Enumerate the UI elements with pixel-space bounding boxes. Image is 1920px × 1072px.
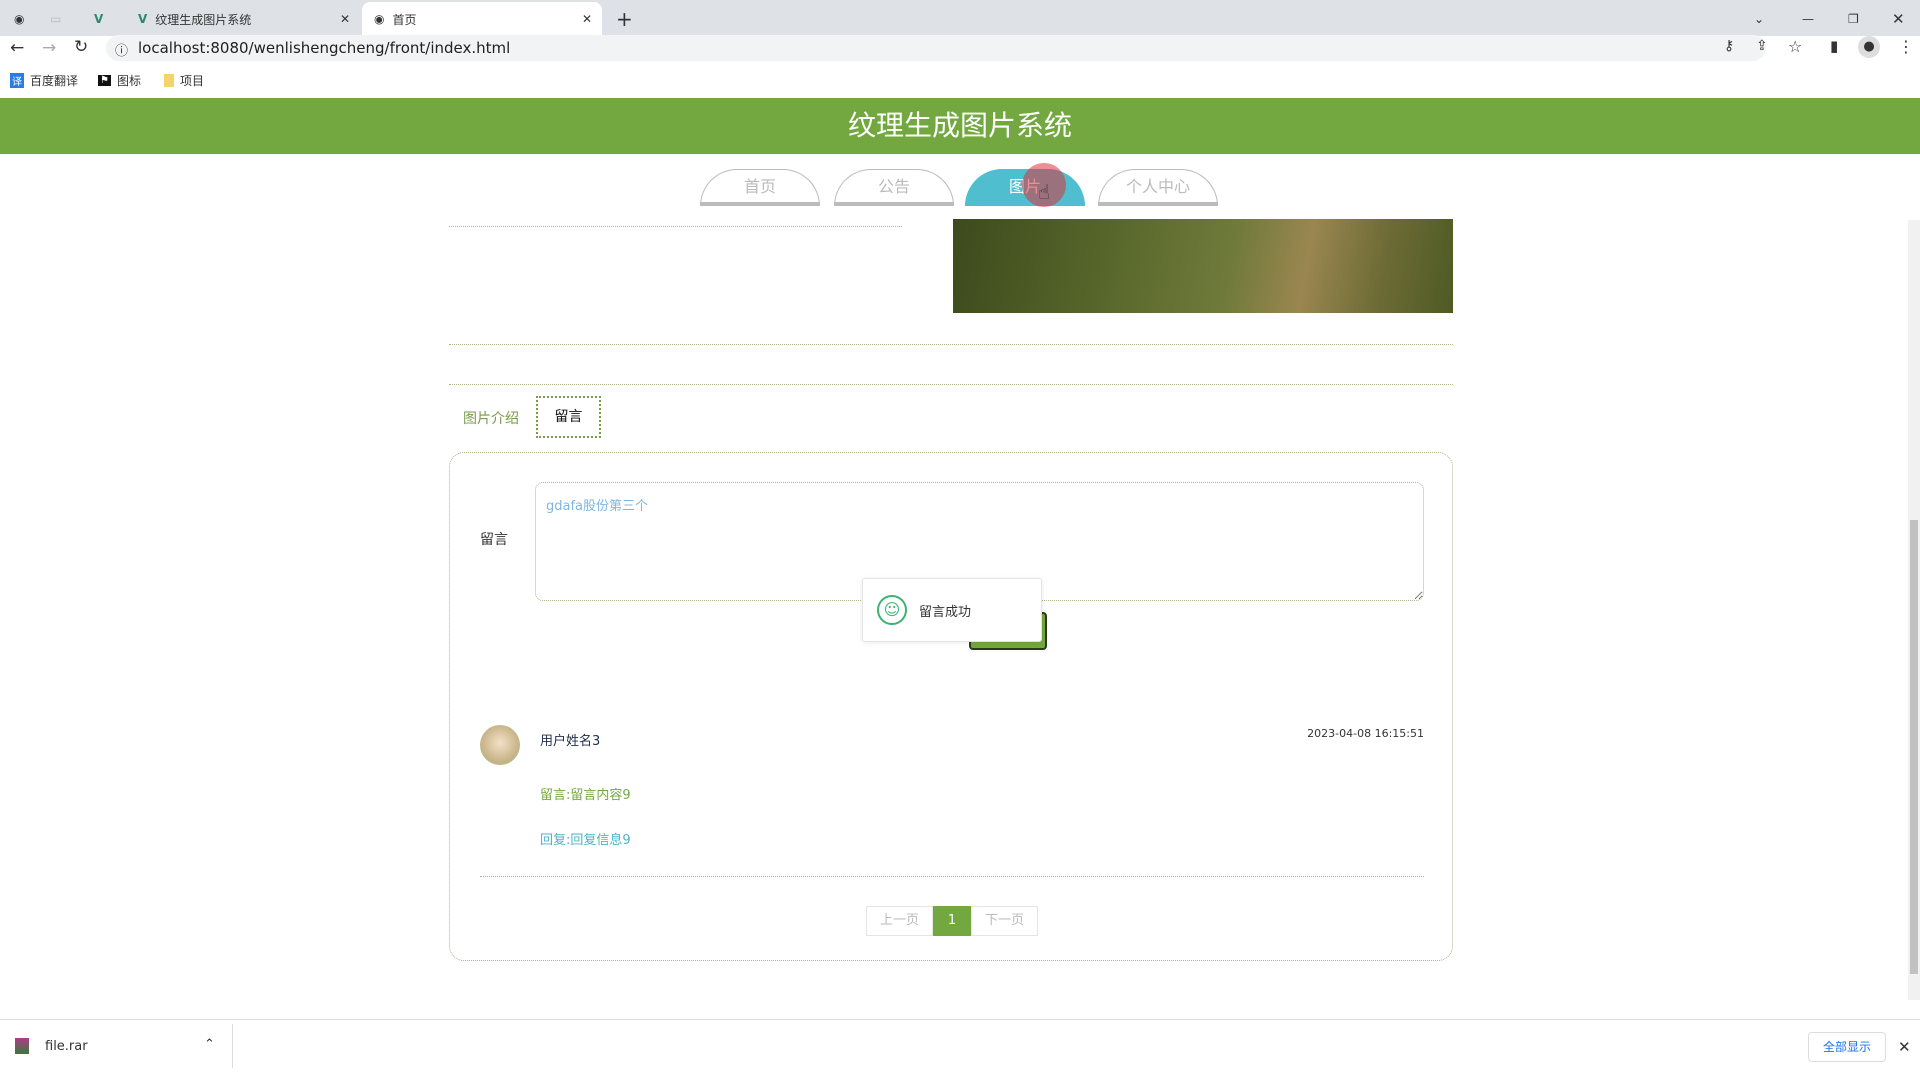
comment-content: 留言:留言内容9 xyxy=(540,788,631,803)
smile-icon: ☺ xyxy=(877,595,907,625)
comment-time: 2023-04-08 16:15:51 xyxy=(1307,727,1424,740)
bookmark-icons[interactable]: ⚑ 图标 xyxy=(98,72,141,89)
globe-icon: ◉ xyxy=(374,12,385,26)
close-window-icon[interactable]: ✕ xyxy=(1892,2,1905,36)
bookmark-baidu[interactable]: 译百度翻译 xyxy=(10,72,78,89)
divider xyxy=(480,876,1424,877)
tab-title: 纹理生成图片系统 xyxy=(155,12,252,27)
blank-tab-icon[interactable]: ▭ xyxy=(50,2,80,36)
folder-icon xyxy=(164,74,174,87)
minimize-icon[interactable]: — xyxy=(1802,2,1814,36)
texture-image xyxy=(953,219,1453,313)
bookmark-label: 百度翻译 xyxy=(30,74,79,88)
browser-tab-2[interactable]: ◉ 首页 ✕ xyxy=(362,2,602,36)
scrollbar-thumb[interactable] xyxy=(1910,520,1918,974)
browser-tab-1[interactable]: V 纹理生成图片系统 ✕ xyxy=(130,2,358,36)
show-all-button[interactable]: 全部显示 xyxy=(1808,1032,1886,1062)
scrollbar[interactable] xyxy=(1908,220,1920,1000)
divider xyxy=(449,344,1453,345)
side-panel-icon[interactable]: ▮ xyxy=(1830,37,1838,55)
download-item[interactable]: file.rar xyxy=(45,1039,88,1054)
url-text[interactable]: localhost:8080/wenlishengcheng/front/ind… xyxy=(138,39,510,57)
profile-icon[interactable]: ● xyxy=(1858,36,1880,58)
bookmark-label: 项目 xyxy=(180,74,205,88)
comment-label: 留言 xyxy=(480,532,508,548)
tab-comments[interactable]: 留言 xyxy=(536,396,601,438)
flag-icon: ⚑ xyxy=(98,75,111,86)
translate-icon: 译 xyxy=(10,73,24,88)
prev-page-button[interactable]: 上一页 xyxy=(866,906,933,936)
nav-personal-center[interactable]: 个人中心 xyxy=(1098,169,1218,206)
divider xyxy=(232,1024,233,1068)
bookmark-label: 图标 xyxy=(116,74,141,88)
next-page-button[interactable]: 下一页 xyxy=(971,906,1038,936)
tab-search-icon[interactable]: ⌄ xyxy=(1754,2,1764,36)
toast-message: 留言成功 xyxy=(919,604,972,620)
back-icon[interactable]: ← xyxy=(10,38,24,58)
close-download-bar-icon[interactable]: ✕ xyxy=(1898,1038,1911,1056)
comment-user: 用户姓名3 xyxy=(540,734,601,749)
avatar xyxy=(480,725,520,765)
globe-tab-icon[interactable]: ◉ xyxy=(14,2,44,36)
success-toast: ☺ 留言成功 xyxy=(862,578,1042,642)
reload-icon[interactable]: ↻ xyxy=(74,37,88,57)
comment-reply: 回复:回复信息9 xyxy=(540,833,631,848)
info-icon[interactable]: ⓘ xyxy=(115,40,128,59)
vue-icon: V xyxy=(138,12,148,26)
star-icon[interactable]: ☆ xyxy=(1788,37,1802,56)
restore-icon[interactable]: ❐ xyxy=(1848,2,1859,36)
divider xyxy=(449,226,902,227)
key-icon[interactable]: ⚷ xyxy=(1724,38,1734,54)
vue-tab-icon[interactable]: V xyxy=(94,2,124,36)
nav-home[interactable]: 首页 xyxy=(700,169,820,206)
rar-file-icon xyxy=(15,1038,29,1054)
share-icon[interactable]: ⇪ xyxy=(1756,38,1768,54)
forward-icon[interactable]: → xyxy=(42,38,56,58)
bookmark-project[interactable]: 项目 xyxy=(164,72,204,89)
close-tab-icon[interactable]: ✕ xyxy=(340,12,350,26)
close-tab-icon[interactable]: ✕ xyxy=(582,12,592,26)
chevron-up-icon[interactable]: ⌃ xyxy=(204,1037,215,1052)
hand-cursor-icon: ☝ xyxy=(1038,180,1051,204)
nav-notice[interactable]: 公告 xyxy=(834,169,954,206)
page-1-button[interactable]: 1 xyxy=(933,906,971,936)
download-bar xyxy=(0,1019,1920,1072)
tab-title: 首页 xyxy=(392,12,417,27)
divider xyxy=(449,384,1453,385)
menu-icon[interactable]: ⋮ xyxy=(1898,37,1914,56)
new-tab-icon[interactable]: + xyxy=(616,2,633,36)
site-title: 纹理生成图片系统 xyxy=(0,98,1920,154)
tab-image-intro[interactable]: 图片介绍 xyxy=(463,408,519,428)
